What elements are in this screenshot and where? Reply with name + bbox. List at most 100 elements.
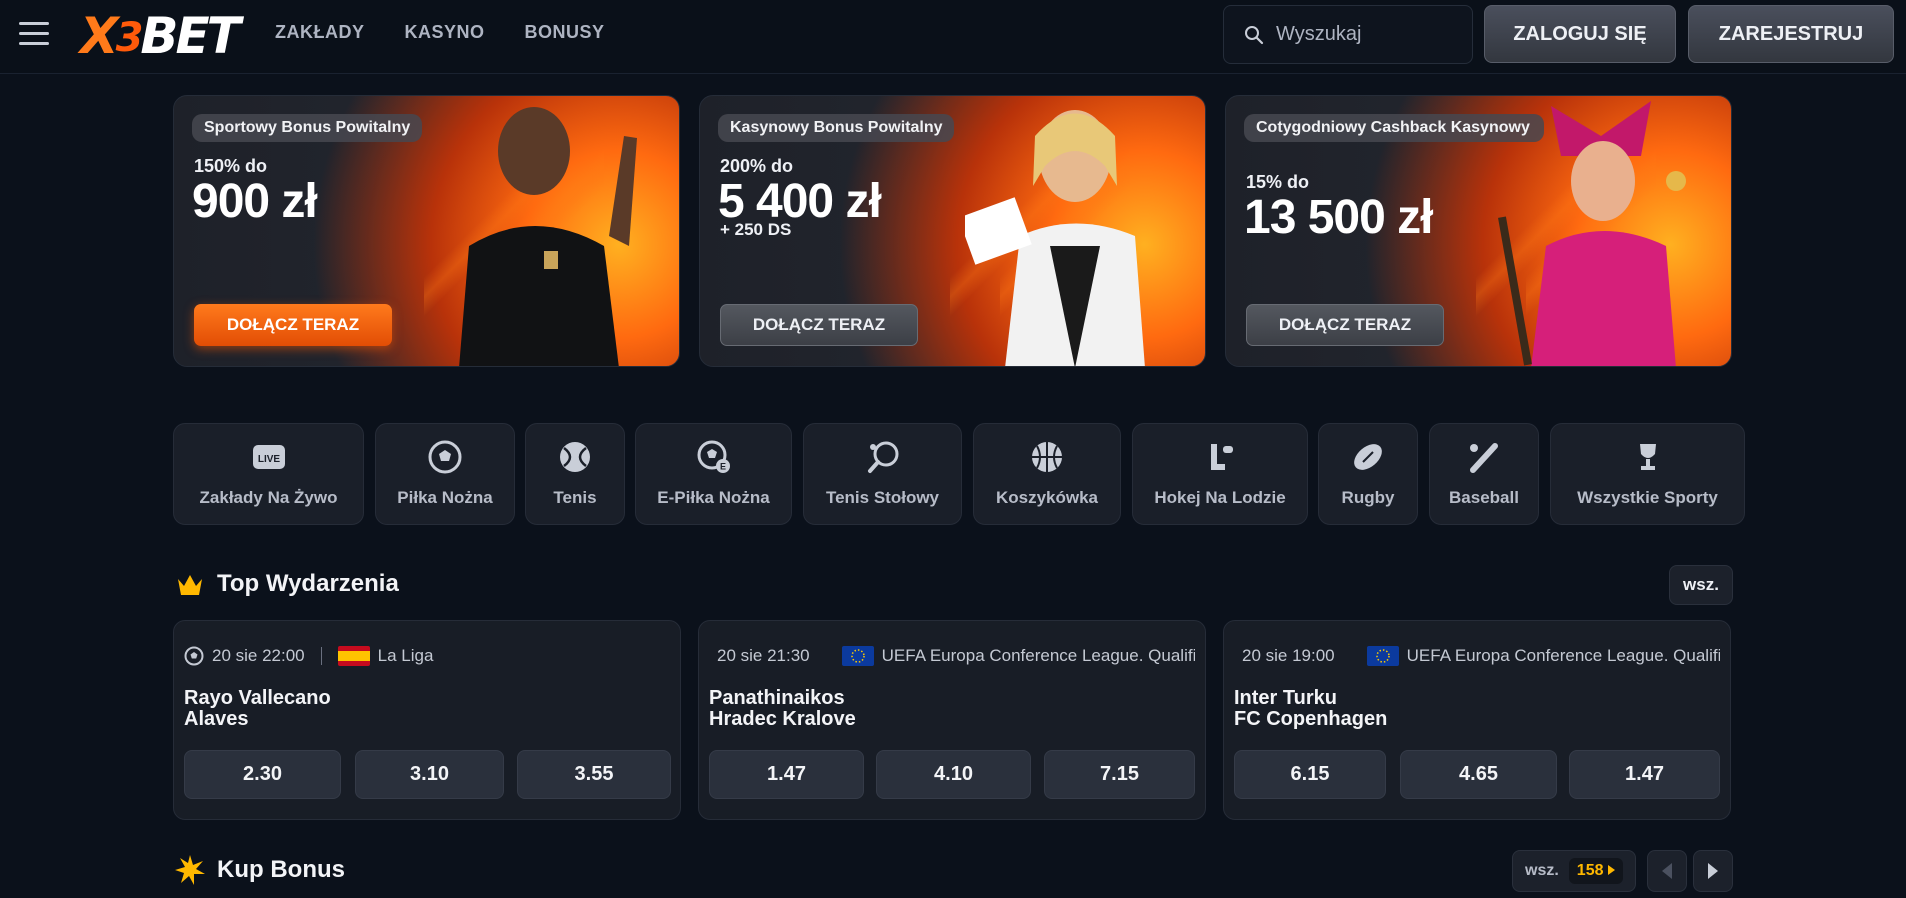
top-events-title: Top Wydarzenia bbox=[217, 570, 399, 597]
football-icon bbox=[428, 440, 462, 474]
sport-tile-efootball[interactable]: E E-Piłka Nożna bbox=[635, 423, 792, 525]
basketball-icon bbox=[1032, 442, 1062, 472]
banner-tag: Sportowy Bonus Powitalny bbox=[192, 114, 423, 142]
event-league: UEFA Europa Conference League. Qualifica… bbox=[1406, 646, 1720, 665]
logo[interactable]: X3BET bbox=[80, 8, 241, 64]
odd-button-x[interactable]: 4.10 bbox=[876, 750, 1031, 799]
event-league: La Liga bbox=[377, 646, 434, 665]
search-input[interactable] bbox=[1276, 23, 1456, 46]
odd-button-2[interactable]: 1.47 bbox=[1569, 750, 1720, 799]
kup-bonus-title: Kup Bonus bbox=[217, 856, 345, 883]
odd-button-2[interactable]: 7.15 bbox=[1044, 750, 1195, 799]
star-burst-icon bbox=[175, 855, 205, 885]
sport-label: Wszystkie Sporty bbox=[1577, 488, 1718, 507]
banner-amount: 900 zł bbox=[192, 175, 318, 228]
banner-amount: 13 500 zł bbox=[1244, 191, 1433, 244]
ice-hockey-icon bbox=[1211, 444, 1233, 470]
search-box[interactable] bbox=[1223, 5, 1473, 64]
join-now-button[interactable]: DOŁĄCZ TERAZ bbox=[720, 304, 918, 346]
svg-text:LIVE: LIVE bbox=[257, 454, 280, 465]
rugby-icon bbox=[1354, 444, 1382, 470]
sport-tile-tennis[interactable]: Tenis bbox=[525, 423, 625, 525]
sport-label: Rugby bbox=[1341, 488, 1395, 507]
kup-bonus-all-label: wsz. bbox=[1525, 862, 1559, 879]
sport-tile-football[interactable]: Piłka Nożna bbox=[375, 423, 515, 525]
event-meta: 20 sie 19:00 UEFA Europa Conference Leag… bbox=[1234, 645, 1720, 667]
sport-tile-all[interactable]: Wszystkie Sporty bbox=[1550, 423, 1745, 525]
promo-banner-sport[interactable]: Sportowy Bonus Powitalny 150% do 900 zł … bbox=[173, 95, 680, 367]
odd-button-x[interactable]: 4.65 bbox=[1400, 750, 1557, 799]
efootball-icon: E bbox=[697, 440, 730, 473]
top-events-all-button[interactable]: wsz. bbox=[1669, 565, 1733, 605]
football-icon bbox=[184, 646, 204, 666]
away-team: Hradec Kralove bbox=[709, 708, 856, 730]
live-icon: LIVE bbox=[252, 445, 285, 469]
sport-tile-live[interactable]: LIVE Zakłady Na Żywo bbox=[173, 423, 364, 525]
kup-bonus-all-button[interactable]: wsz. 158 bbox=[1512, 850, 1636, 892]
register-button[interactable]: ZAREJESTRUJ bbox=[1688, 5, 1894, 63]
svg-text:E: E bbox=[719, 462, 725, 472]
event-date: 20 sie 19:00 bbox=[1242, 646, 1335, 665]
nav-item-kasyno[interactable]: KASYNO bbox=[405, 22, 485, 43]
sport-tile-rugby[interactable]: Rugby bbox=[1318, 423, 1418, 525]
away-team: Alaves bbox=[184, 708, 249, 730]
banner-tag: Kasynowy Bonus Powitalny bbox=[718, 114, 955, 142]
odd-button-2[interactable]: 3.55 bbox=[517, 750, 671, 799]
spain-flag-icon bbox=[337, 646, 370, 666]
nav-item-zaklady[interactable]: ZAKŁADY bbox=[275, 22, 365, 43]
sport-label: Baseball bbox=[1449, 488, 1519, 507]
odd-button-1[interactable]: 1.47 bbox=[709, 750, 864, 799]
event-meta: 20 sie 21:30 UEFA Europa Conference Leag… bbox=[709, 645, 1195, 667]
trophy-icon bbox=[1639, 444, 1656, 470]
event-card[interactable]: 20 sie 22:00 La Liga Rayo Vallecano Alav… bbox=[173, 620, 681, 820]
footballer-image bbox=[459, 107, 637, 366]
table-tennis-icon bbox=[867, 441, 898, 473]
next-arrow-button[interactable] bbox=[1693, 850, 1733, 892]
sport-label: Tenis bbox=[553, 488, 597, 507]
sport-label: Piłka Nożna bbox=[397, 488, 493, 507]
sport-label: Koszykówka bbox=[995, 488, 1099, 507]
event-card[interactable]: 20 sie 21:30 UEFA Europa Conference Leag… bbox=[698, 620, 1206, 820]
chevron-left-icon bbox=[1662, 863, 1672, 879]
sport-tile-ice-hockey[interactable]: Hokej Na Lodzie bbox=[1132, 423, 1308, 525]
caret-right-icon bbox=[1607, 865, 1615, 875]
join-now-button[interactable]: DOŁĄCZ TERAZ bbox=[1246, 304, 1444, 346]
crown-icon bbox=[178, 575, 202, 595]
join-now-button[interactable]: DOŁĄCZ TERAZ bbox=[194, 304, 392, 346]
home-team: Inter Turku bbox=[1234, 687, 1337, 709]
login-button[interactable]: ZALOGUJ SIĘ bbox=[1484, 5, 1676, 63]
dealer-image bbox=[965, 110, 1145, 366]
sport-label: Hokej Na Lodzie bbox=[1154, 488, 1286, 507]
event-league: UEFA Europa Conference League. Qualifica… bbox=[881, 646, 1195, 665]
odd-button-1[interactable]: 6.15 bbox=[1234, 750, 1386, 799]
promo-banner-cashback[interactable]: Cotygodniowy Cashback Kasynowy 15% do 13… bbox=[1225, 95, 1732, 367]
main-nav: ZAKŁADY KASYNO BONUSY bbox=[275, 22, 605, 43]
top-header: X3BET ZAKŁADY KASYNO BONUSY ZALOGUJ SIĘ … bbox=[0, 0, 1906, 74]
sport-tile-basketball[interactable]: Koszykówka bbox=[973, 423, 1121, 525]
event-meta: 20 sie 22:00 La Liga bbox=[184, 645, 670, 667]
chevron-right-icon bbox=[1708, 863, 1718, 879]
eu-flag-icon bbox=[1366, 646, 1399, 666]
promo-banner-casino[interactable]: Kasynowy Bonus Powitalny 200% do 5 400 z… bbox=[699, 95, 1206, 367]
odd-button-x[interactable]: 3.10 bbox=[355, 750, 504, 799]
event-date: 20 sie 22:00 bbox=[212, 646, 305, 665]
search-icon bbox=[1245, 25, 1264, 44]
tennis-icon bbox=[560, 442, 590, 472]
odd-button-1[interactable]: 2.30 bbox=[184, 750, 341, 799]
menu-icon[interactable] bbox=[19, 22, 49, 48]
prev-arrow-button[interactable] bbox=[1647, 850, 1687, 892]
baseball-icon bbox=[1470, 443, 1498, 473]
home-team: Rayo Vallecano bbox=[184, 687, 331, 709]
away-team: FC Copenhagen bbox=[1234, 708, 1388, 730]
nav-item-bonusy[interactable]: BONUSY bbox=[525, 22, 605, 43]
banner-extra: + 250 DS bbox=[720, 220, 792, 239]
sport-label: Tenis Stołowy bbox=[825, 488, 940, 507]
event-card[interactable]: 20 sie 19:00 UEFA Europa Conference Leag… bbox=[1223, 620, 1731, 820]
eu-flag-icon bbox=[841, 646, 874, 666]
event-date: 20 sie 21:30 bbox=[717, 646, 810, 665]
sport-label: E-Piłka Nożna bbox=[657, 488, 770, 507]
sport-tile-table-tennis[interactable]: Tenis Stołowy bbox=[803, 423, 962, 525]
sport-label: Zakłady Na Żywo bbox=[199, 488, 338, 507]
sport-tile-baseball[interactable]: Baseball bbox=[1429, 423, 1539, 525]
kup-bonus-count: 158 bbox=[1568, 858, 1623, 884]
